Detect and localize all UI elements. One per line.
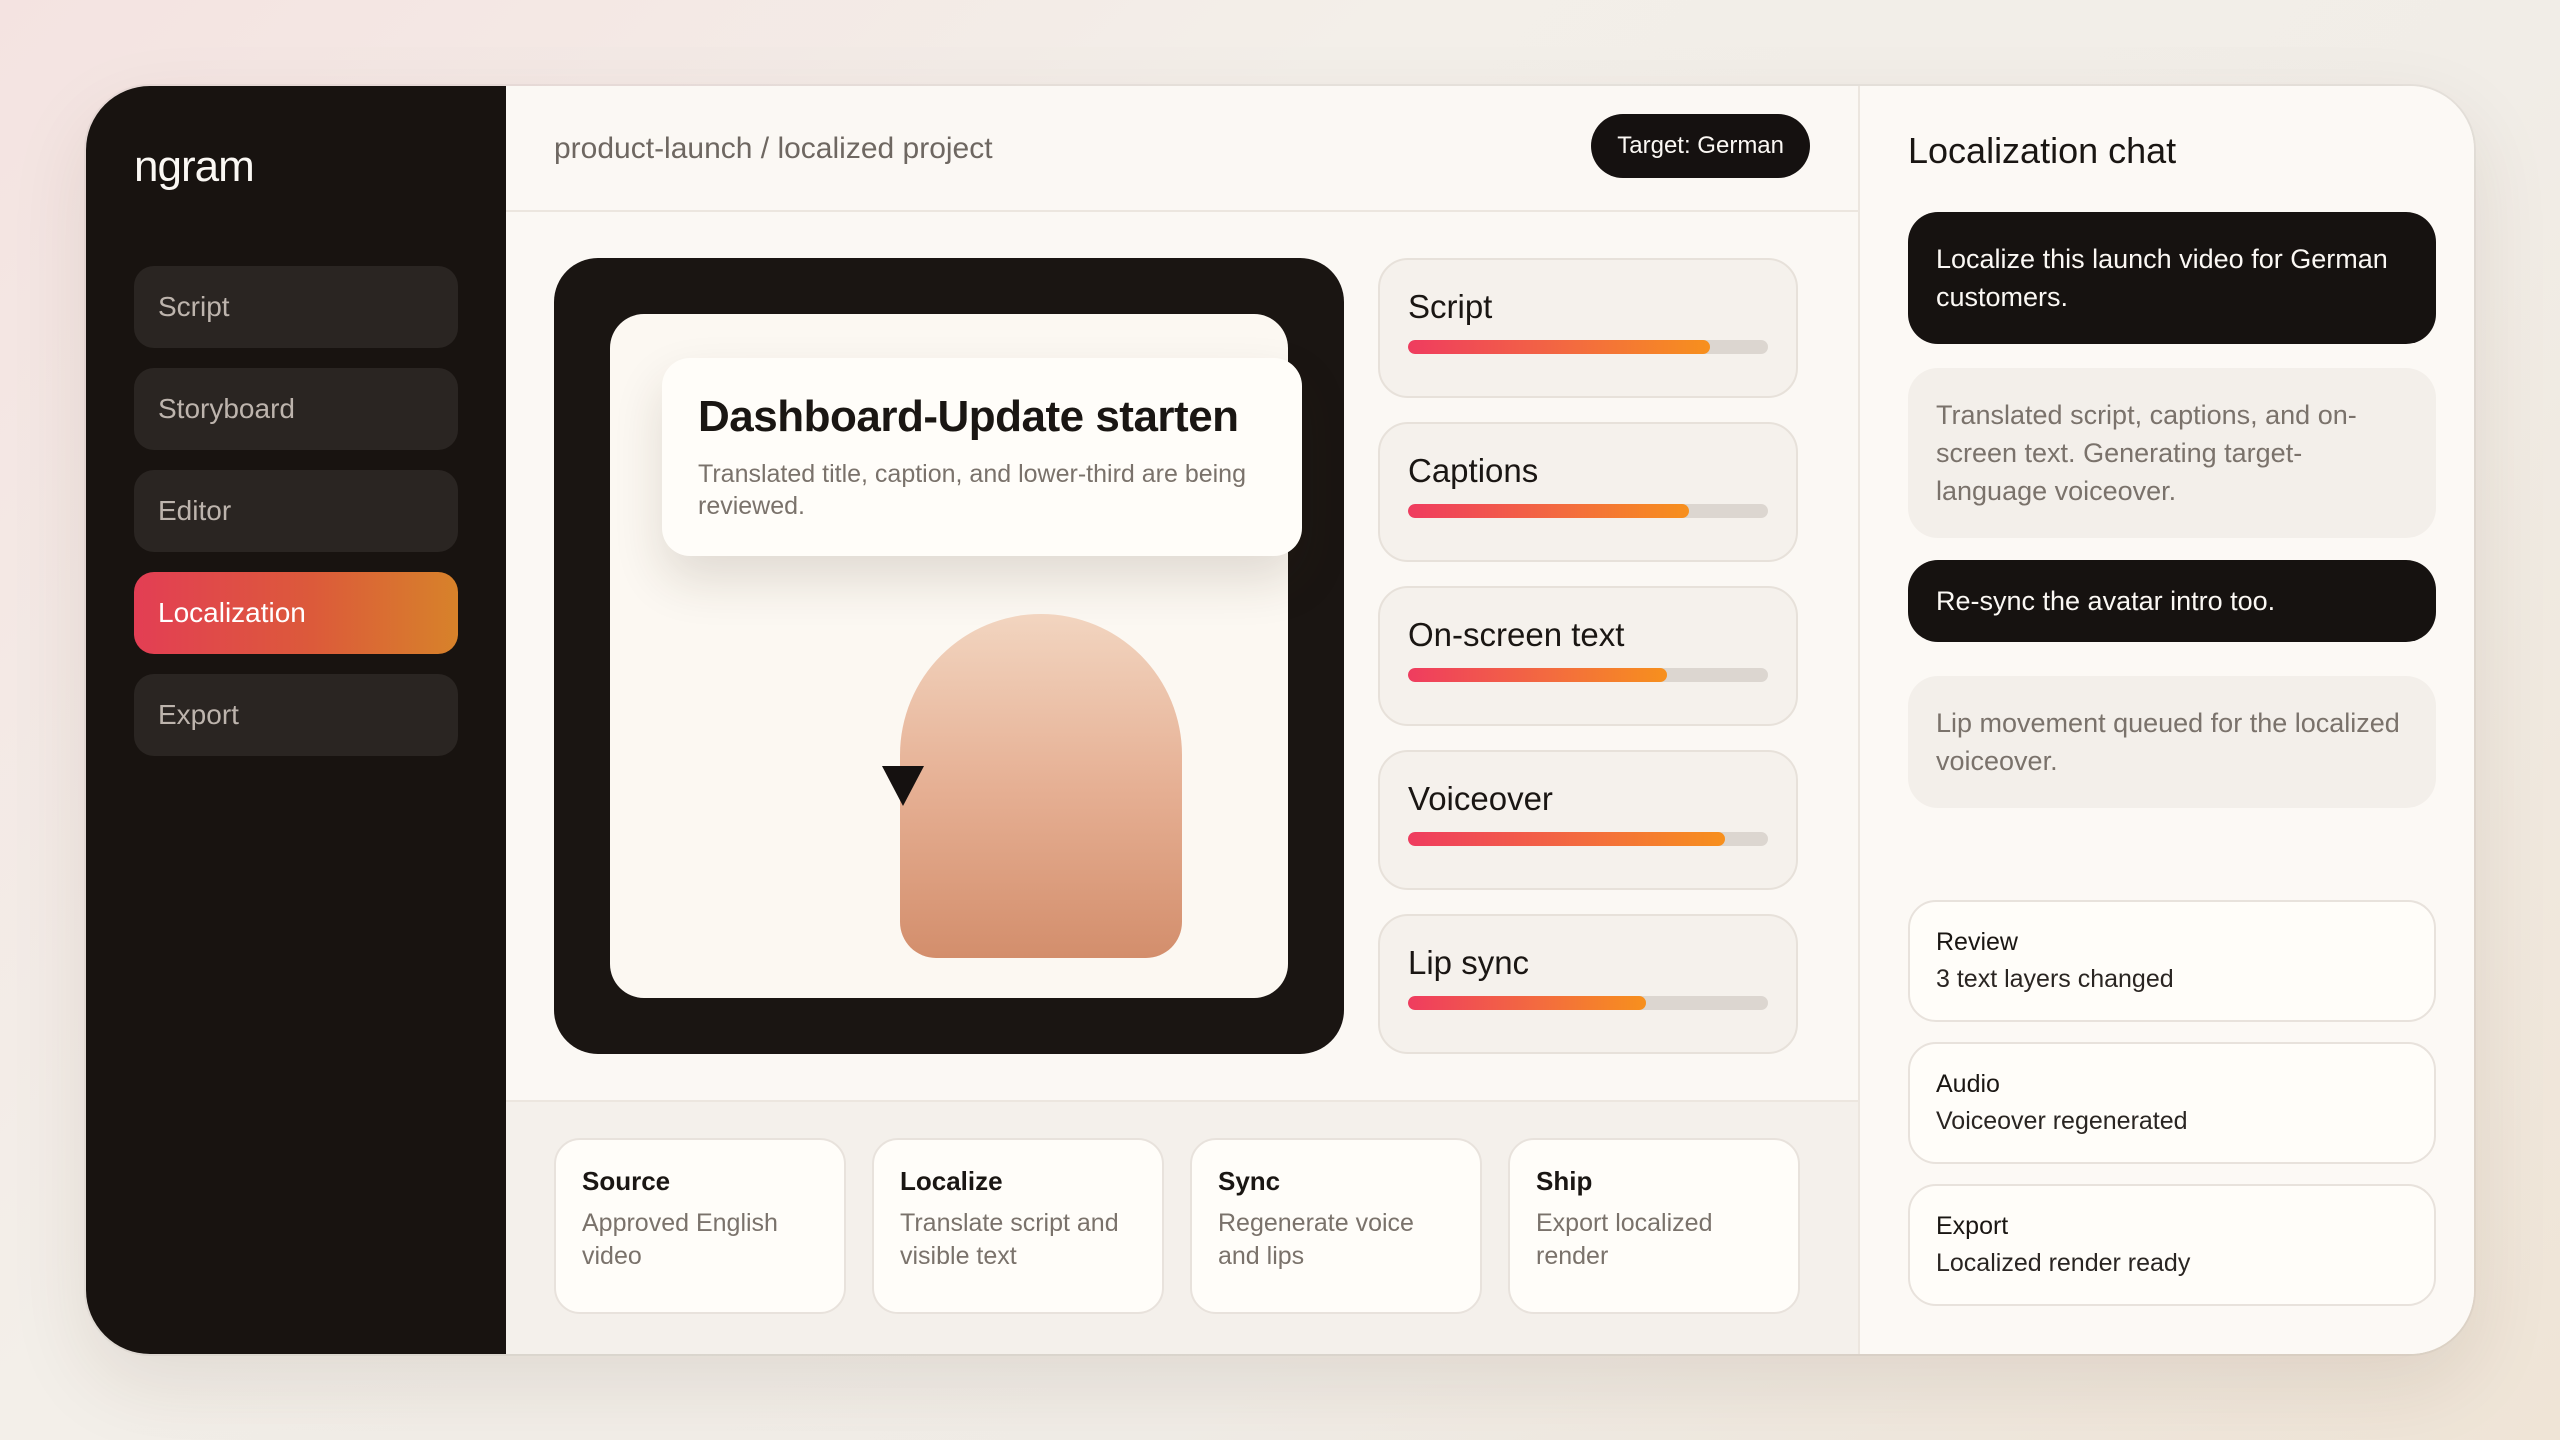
progress-fill bbox=[1408, 832, 1725, 846]
track-captions[interactable]: Captions bbox=[1378, 422, 1798, 562]
step-title: Source bbox=[582, 1166, 671, 1196]
step-localize[interactable]: Localize Translate script and visible te… bbox=[872, 1138, 1164, 1314]
progress-fill bbox=[1408, 504, 1689, 518]
chat-message-assistant: Lip movement queued for the localized vo… bbox=[1908, 676, 2436, 808]
sidebar-item-storyboard[interactable]: Storyboard bbox=[134, 368, 458, 450]
progress-fill bbox=[1408, 996, 1646, 1010]
chat-message-user: Localize this launch video for German cu… bbox=[1908, 212, 2436, 344]
chat-message-user: Re-sync the avatar intro too. bbox=[1908, 560, 2436, 642]
step-source[interactable]: Source Approved English video bbox=[554, 1138, 846, 1314]
status-description: 3 text layers changed bbox=[1936, 965, 2174, 993]
step-description: Export localized render bbox=[1536, 1209, 1713, 1270]
status-description: Localized render ready bbox=[1936, 1249, 2191, 1277]
step-ship[interactable]: Ship Export localized render bbox=[1508, 1138, 1800, 1314]
step-sync[interactable]: Sync Regenerate voice and lips bbox=[1190, 1138, 1482, 1314]
workspace: product-launch / localized project Targe… bbox=[506, 86, 1858, 1354]
preview-canvas[interactable]: Dashboard-Update starten Translated titl… bbox=[610, 314, 1302, 998]
avatar-figure[interactable] bbox=[900, 614, 1182, 958]
track-label: Voiceover bbox=[1408, 780, 1553, 817]
sidebar-item-script[interactable]: Script bbox=[134, 266, 458, 348]
progress-fill bbox=[1408, 668, 1668, 682]
progress-fill bbox=[1408, 340, 1711, 354]
track-label: On-screen text bbox=[1408, 616, 1625, 653]
status-title: Review bbox=[1936, 928, 2018, 956]
top-bar: product-launch / localized project Targe… bbox=[506, 86, 1858, 212]
status-card-export[interactable]: Export Localized render ready bbox=[1908, 1184, 2436, 1306]
progress-bar bbox=[1408, 504, 1768, 518]
preview-title: Dashboard-Update starten bbox=[698, 392, 1239, 441]
track-on-screen-text[interactable]: On-screen text bbox=[1378, 586, 1798, 726]
step-title: Ship bbox=[1536, 1166, 1593, 1196]
status-description: Voiceover regenerated bbox=[1936, 1107, 2188, 1135]
video-preview[interactable]: Dashboard-Update starten Translated titl… bbox=[554, 258, 1344, 1054]
sidebar-item-export[interactable]: Export bbox=[134, 674, 458, 756]
app-logo: ngram bbox=[134, 142, 255, 191]
sidebar-item-localization[interactable]: Localization bbox=[134, 572, 458, 654]
status-card-audio[interactable]: Audio Voiceover regenerated bbox=[1908, 1042, 2436, 1164]
status-title: Export bbox=[1936, 1212, 2009, 1240]
status-card-review[interactable]: Review 3 text layers changed bbox=[1908, 900, 2436, 1022]
track-label: Captions bbox=[1408, 452, 1539, 489]
status-title: Audio bbox=[1936, 1070, 2000, 1098]
chat-title: Localization chat bbox=[1908, 130, 2177, 171]
chat-panel: Localization chat Localize this launch v… bbox=[1858, 86, 2474, 1354]
localization-tracks: Script Captions On-screen text Voiceover… bbox=[1378, 258, 1798, 1078]
track-label: Lip sync bbox=[1408, 944, 1530, 981]
progress-bar bbox=[1408, 668, 1768, 682]
breadcrumb[interactable]: product-launch / localized project bbox=[554, 132, 993, 166]
progress-bar bbox=[1408, 340, 1768, 354]
track-script[interactable]: Script bbox=[1378, 258, 1798, 398]
track-voiceover[interactable]: Voiceover bbox=[1378, 750, 1798, 890]
preview-subtitle: Translated title, caption, and lower-thi… bbox=[698, 460, 1246, 520]
step-title: Localize bbox=[900, 1166, 1003, 1196]
progress-bar bbox=[1408, 996, 1768, 1010]
target-language-pill[interactable]: Target: German bbox=[1591, 114, 1810, 178]
play-cursor-icon bbox=[882, 766, 924, 806]
chat-message-assistant: Translated script, captions, and on-scre… bbox=[1908, 368, 2436, 538]
pipeline-steps: Source Approved English video Localize T… bbox=[506, 1100, 1858, 1354]
step-description: Regenerate voice and lips bbox=[1218, 1209, 1414, 1270]
progress-bar bbox=[1408, 832, 1768, 846]
step-description: Approved English video bbox=[582, 1209, 778, 1270]
sidebar-item-editor[interactable]: Editor bbox=[134, 470, 458, 552]
sidebar-nav: Script Storyboard Editor Localization Ex… bbox=[134, 266, 458, 776]
track-label: Script bbox=[1408, 288, 1493, 325]
step-title: Sync bbox=[1218, 1166, 1281, 1196]
sidebar: ngram Script Storyboard Editor Localizat… bbox=[86, 86, 506, 1354]
app-window: ngram Script Storyboard Editor Localizat… bbox=[86, 86, 2474, 1354]
track-lip-sync[interactable]: Lip sync bbox=[1378, 914, 1798, 1054]
step-description: Translate script and visible text bbox=[900, 1209, 1119, 1270]
title-card[interactable]: Dashboard-Update starten Translated titl… bbox=[662, 358, 1302, 556]
